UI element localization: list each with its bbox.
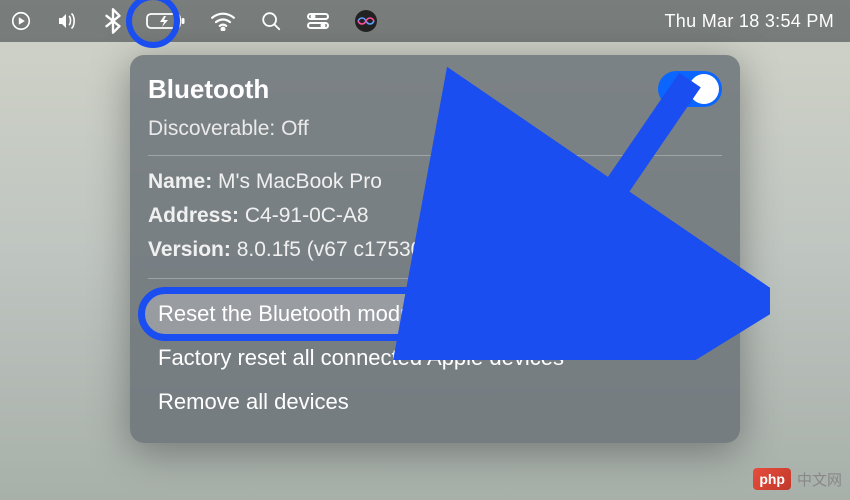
bt-name-label: Name: [148,170,212,193]
volume-icon[interactable] [56,11,80,31]
bt-address-row: Address: C4-91-0C-A8 [148,204,722,228]
bt-version-label: Version: [148,238,231,261]
factory-reset-label: Factory reset all connected Apple device… [158,345,564,370]
toggle-knob [689,74,719,104]
siri-icon[interactable] [354,9,378,33]
bt-name-value: M's MacBook Pro [218,170,382,193]
bt-name-row: Name: M's MacBook Pro [148,170,722,194]
bluetooth-header: Bluetooth [148,71,722,107]
bt-version-row: Version: 8.0.1f5 (v67 c17530) [148,238,722,262]
bluetooth-panel: Bluetooth Discoverable: Off Name: M's Ma… [130,55,740,443]
discoverable-label: Discoverable: [148,117,275,140]
menubar-datetime[interactable]: Thu Mar 18 3:54 PM [665,11,834,32]
watermark-text: 中文网 [797,469,842,490]
bt-address-value: C4-91-0C-A8 [245,204,369,227]
remove-all-devices-item[interactable]: Remove all devices [144,381,726,423]
wifi-icon[interactable] [210,11,236,31]
bt-version-value: 8.0.1f5 (v67 c17530) [237,238,430,261]
battery-charging-icon[interactable] [146,11,186,31]
bluetooth-title: Bluetooth [148,74,269,105]
factory-reset-item[interactable]: Factory reset all connected Apple device… [144,337,726,379]
bluetooth-toggle[interactable] [658,71,722,107]
play-circle-icon[interactable] [10,10,32,32]
bt-address-label: Address: [148,204,239,227]
divider [148,155,722,156]
watermark: php 中文网 [753,468,842,490]
reset-bluetooth-module-item[interactable]: Reset the Bluetooth module [144,293,726,335]
bluetooth-icon[interactable] [104,8,122,34]
control-center-icon[interactable] [306,12,330,30]
reset-bluetooth-label: Reset the Bluetooth module [158,301,430,326]
discoverable-status: Discoverable: Off [148,117,722,141]
watermark-logo: php [753,468,791,490]
divider [148,278,722,279]
menu-bar: Thu Mar 18 3:54 PM [0,0,850,42]
remove-all-label: Remove all devices [158,389,349,414]
search-icon[interactable] [260,10,282,32]
discoverable-value: Off [281,117,309,140]
